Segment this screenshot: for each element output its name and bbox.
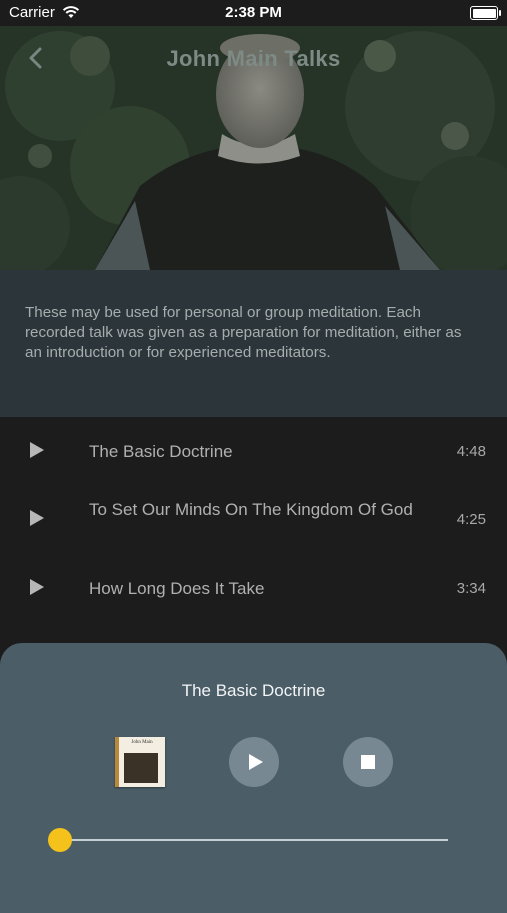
play-icon[interactable]	[30, 442, 44, 458]
talk-duration: 3:34	[456, 580, 486, 597]
play-button[interactable]	[229, 737, 279, 787]
cover-spine	[115, 737, 119, 787]
stop-button[interactable]	[343, 737, 393, 787]
clock: 2:38 PM	[225, 4, 282, 21]
battery-icon	[470, 6, 501, 20]
play-icon	[249, 754, 263, 770]
description-panel: These may be used for personal or group …	[0, 270, 507, 417]
talk-duration: 4:48	[456, 443, 486, 460]
status-bar: Carrier 2:38 PM	[0, 0, 507, 26]
cover-title: John Main	[131, 740, 153, 745]
progress-thumb[interactable]	[48, 828, 72, 852]
now-playing-title: The Basic Doctrine	[181, 681, 326, 700]
album-cover: John Main	[115, 737, 165, 787]
play-icon[interactable]	[30, 579, 44, 595]
talk-title: The Basic Doctrine	[89, 442, 233, 461]
mini-player: The Basic Doctrine John Main	[0, 643, 507, 913]
stop-icon	[361, 755, 375, 769]
progress-track[interactable]	[60, 839, 448, 841]
play-icon[interactable]	[30, 510, 44, 526]
talk-row[interactable]: To Set Our Minds On The Kingdom Of God 4…	[0, 483, 507, 555]
talk-row[interactable]: How Long Does It Take 3:34	[0, 555, 507, 621]
description-text: These may be used for personal or group …	[25, 304, 462, 361]
talk-row[interactable]: The Basic Doctrine 4:48	[0, 417, 507, 483]
talk-title: To Set Our Minds On The Kingdom Of God	[89, 500, 413, 519]
cover-photo	[124, 753, 158, 783]
talk-duration: 4:25	[456, 511, 486, 528]
hero-header: John Main Talks	[0, 26, 507, 270]
page-title: John Main Talks	[166, 46, 341, 71]
talk-title: How Long Does It Take	[89, 579, 265, 598]
